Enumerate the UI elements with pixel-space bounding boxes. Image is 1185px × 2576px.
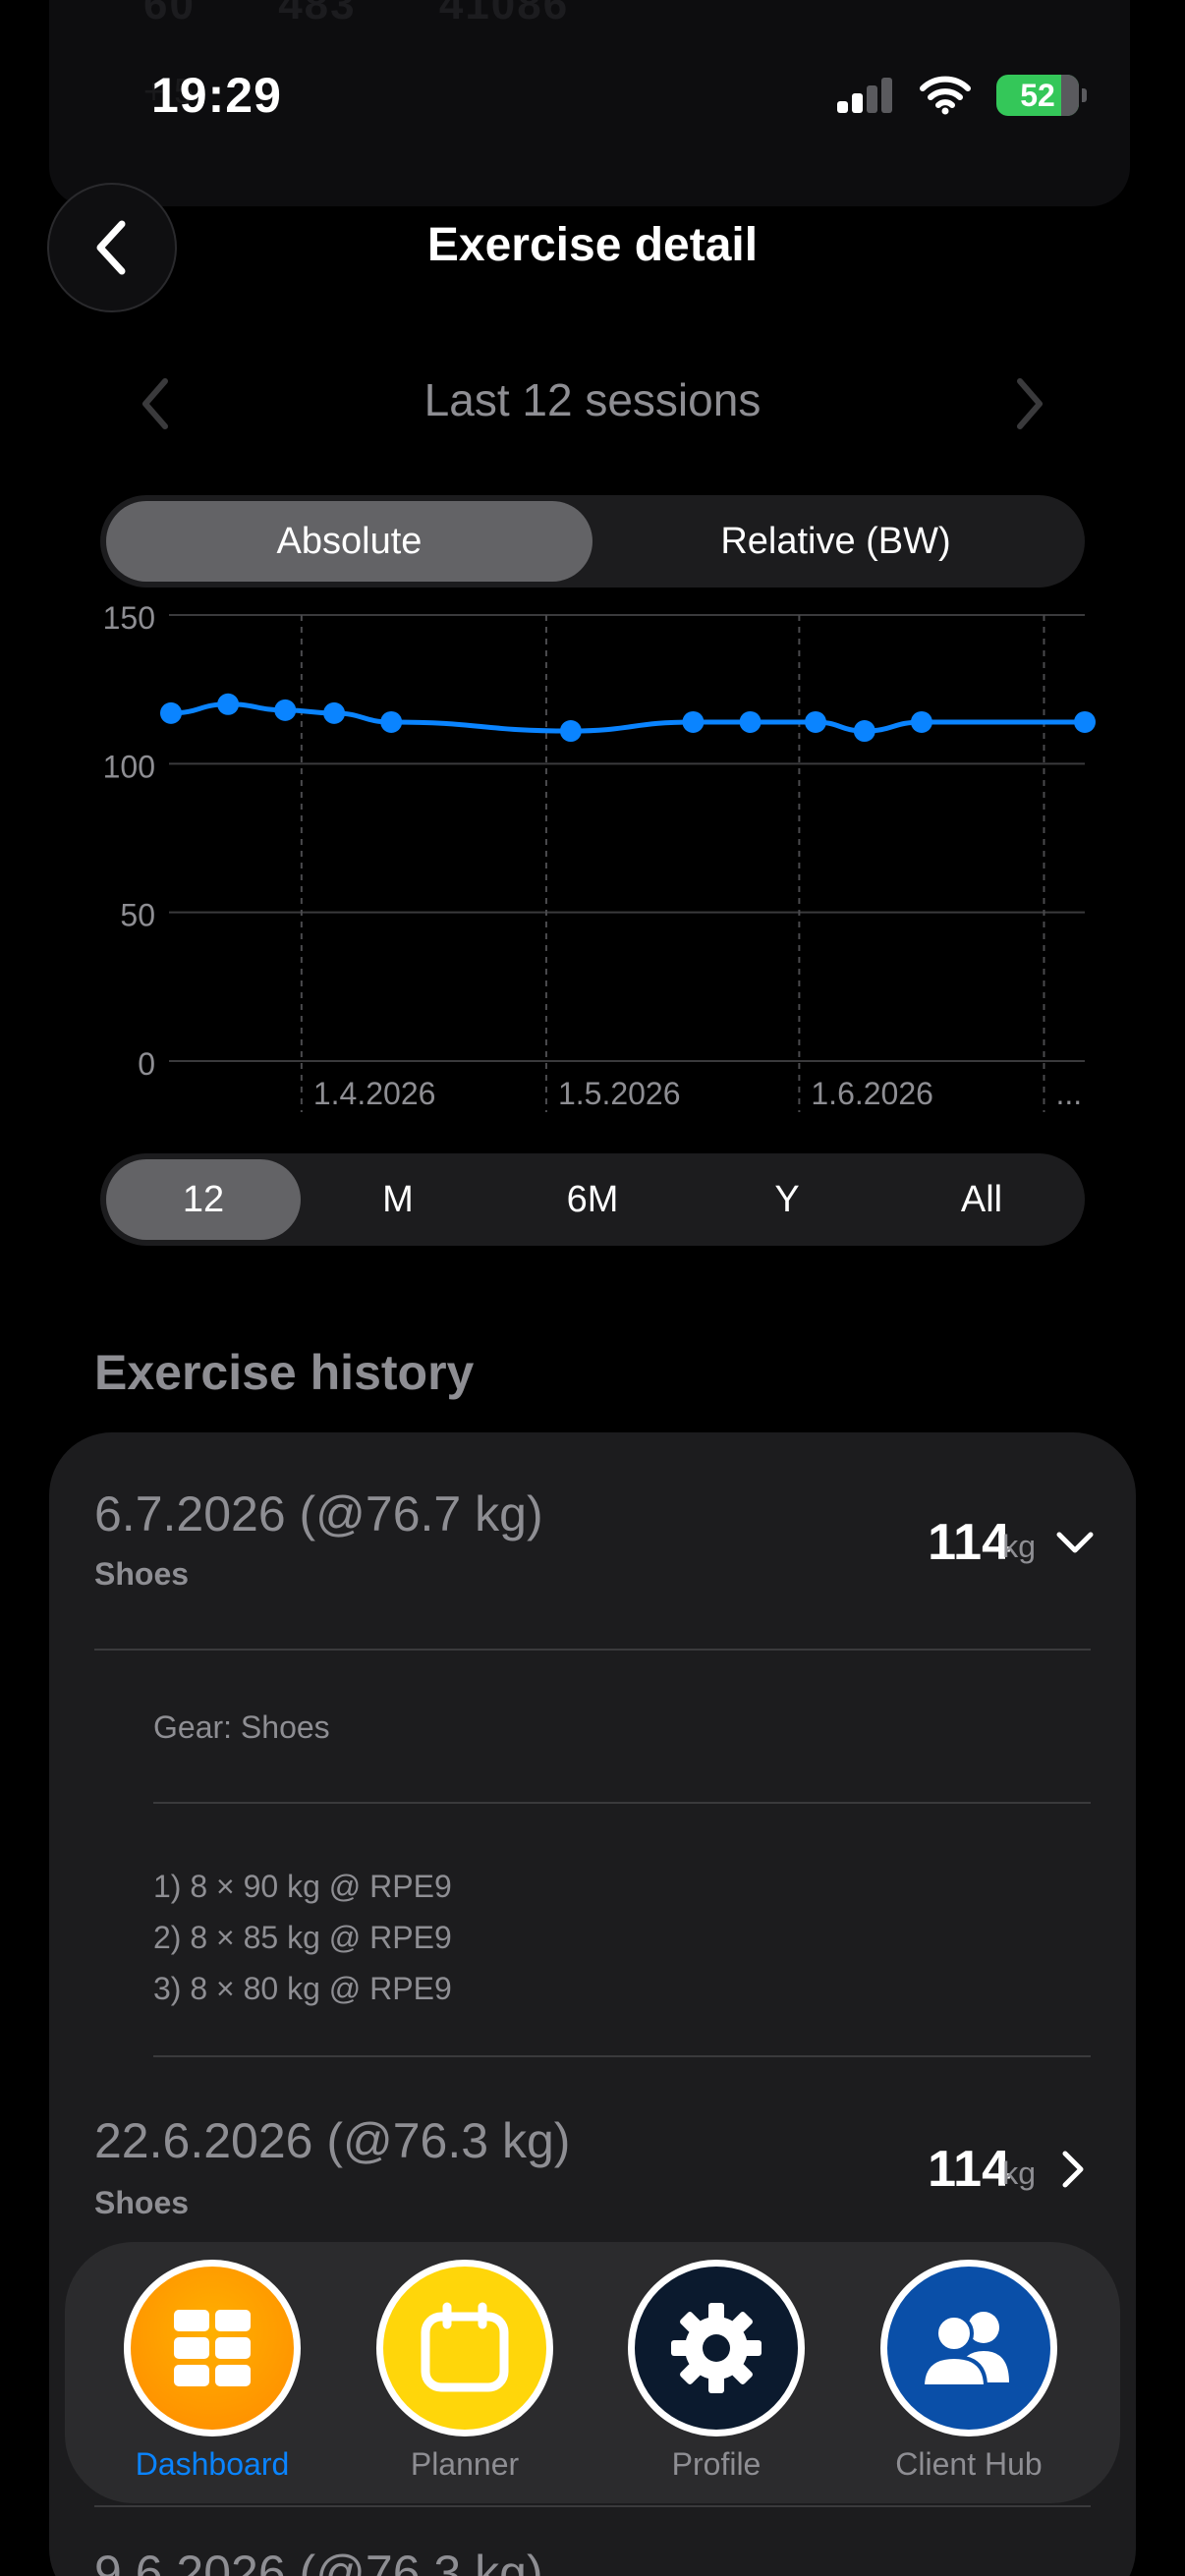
data-point[interactable] (682, 710, 705, 733)
gear-detail: Gear: Shoes (153, 1709, 330, 1745)
set-line: 2) 8 × 85 kg @ RPE9 (153, 1920, 452, 1955)
range-option-6-months[interactable]: 6M (495, 1159, 690, 1240)
set-line: 1) 8 × 90 kg @ RPE9 (153, 1869, 452, 1904)
section-title: Exercise history (94, 1345, 475, 1400)
y-tick-label: 50 (120, 898, 155, 933)
data-point[interactable] (217, 693, 240, 715)
entry-gear: Shoes (94, 1556, 190, 1592)
series-line (170, 701, 1085, 734)
gear-icon (628, 2260, 805, 2436)
tab-label: Profile (671, 2446, 762, 2482)
entry-unit: kg (1002, 1529, 1036, 1564)
entry-unit: kg (1002, 2156, 1036, 2191)
background-values: 60 483 41086 (143, 0, 570, 28)
x-tick-label: 1.6.2026 (811, 1076, 933, 1111)
data-point[interactable] (274, 699, 297, 721)
status-time: 19:29 (151, 68, 282, 123)
chart-y-axis: 0 50 100 150 (103, 600, 155, 1082)
y-tick-label: 150 (103, 600, 155, 636)
calendar-icon (376, 2260, 553, 2436)
data-point[interactable] (380, 710, 403, 733)
range-option-all[interactable]: All (884, 1159, 1079, 1240)
entry-value: 114 (928, 1514, 1010, 1571)
tab-bar: Dashboard Planner Profile Client Hub (65, 2242, 1120, 2503)
data-point[interactable] (910, 710, 932, 733)
tab-planner[interactable]: Planner (367, 2260, 563, 2483)
data-point[interactable] (804, 710, 826, 733)
period-navigator: Last 12 sessions (0, 364, 1185, 442)
data-point[interactable] (559, 720, 582, 743)
range-selector: 12 M 6M Y All (100, 1153, 1085, 1246)
mode-toggle: Absolute Relative (BW) (100, 495, 1085, 588)
entry-value: 114 (928, 2141, 1010, 2198)
entry-date: 6.7.2026 (@76.7 kg) (94, 1486, 543, 1541)
mode-option-absolute[interactable]: Absolute (106, 501, 592, 582)
x-tick-label: ... (1055, 1076, 1082, 1111)
x-tick-label: 1.5.2026 (558, 1076, 681, 1111)
next-period-button[interactable] (1012, 377, 1047, 435)
cellular-signal-icon (837, 78, 892, 113)
mode-option-relative[interactable]: Relative (BW) (592, 501, 1079, 582)
people-icon (880, 2260, 1057, 2436)
divider (94, 1649, 1091, 1651)
divider (153, 2055, 1091, 2057)
status-icons: 52 (835, 75, 1087, 116)
y-tick-label: 100 (103, 749, 155, 784)
wifi-icon (920, 76, 971, 115)
chevron-right-icon[interactable] (1059, 2150, 1089, 2194)
progress-chart: 0 50 100 150 1.4.2026 1.5.2026 1.6.2026... (103, 600, 1096, 1112)
range-option-12[interactable]: 12 (106, 1159, 301, 1240)
chart-x-axis: 1.4.2026 1.5.2026 1.6.2026... (313, 1076, 1082, 1111)
data-point[interactable] (160, 701, 182, 724)
tab-client-hub[interactable]: Client Hub (871, 2260, 1067, 2483)
page-title: Exercise detail (426, 219, 759, 271)
battery-level: 52 (1020, 77, 1055, 113)
tab-label: Client Hub (895, 2446, 1043, 2482)
set-line: 3) 8 × 80 kg @ RPE9 (153, 1971, 452, 2006)
data-point[interactable] (1074, 710, 1096, 733)
entry-date-partial: 9.6.2026 (@76.3 kg) (94, 2546, 543, 2576)
tab-dashboard[interactable]: Dashboard (114, 2260, 310, 2483)
chevron-right-icon (1017, 378, 1043, 429)
data-point[interactable] (739, 710, 762, 733)
divider (94, 2505, 1091, 2507)
chart-grid (169, 614, 1085, 1112)
divider (153, 1802, 1091, 1804)
x-tick-label: 1.4.2026 (313, 1076, 436, 1111)
tab-label: Dashboard (135, 2446, 290, 2482)
data-point[interactable] (853, 720, 875, 743)
entry-gear: Shoes (94, 2185, 190, 2220)
period-label: Last 12 sessions (423, 374, 762, 425)
chevron-down-icon[interactable] (1055, 1529, 1095, 1563)
entry-date: 22.6.2026 (@76.3 kg) (94, 2113, 571, 2168)
chart-series (160, 693, 1096, 743)
y-tick-label: 0 (138, 1046, 155, 1082)
tab-label: Planner (410, 2446, 520, 2482)
range-option-year[interactable]: Y (690, 1159, 884, 1240)
battery-icon: 52 (996, 75, 1087, 116)
range-option-month[interactable]: M (301, 1159, 495, 1240)
grid-icon (124, 2260, 301, 2436)
data-point[interactable] (323, 701, 346, 724)
tab-profile[interactable]: Profile (618, 2260, 815, 2483)
